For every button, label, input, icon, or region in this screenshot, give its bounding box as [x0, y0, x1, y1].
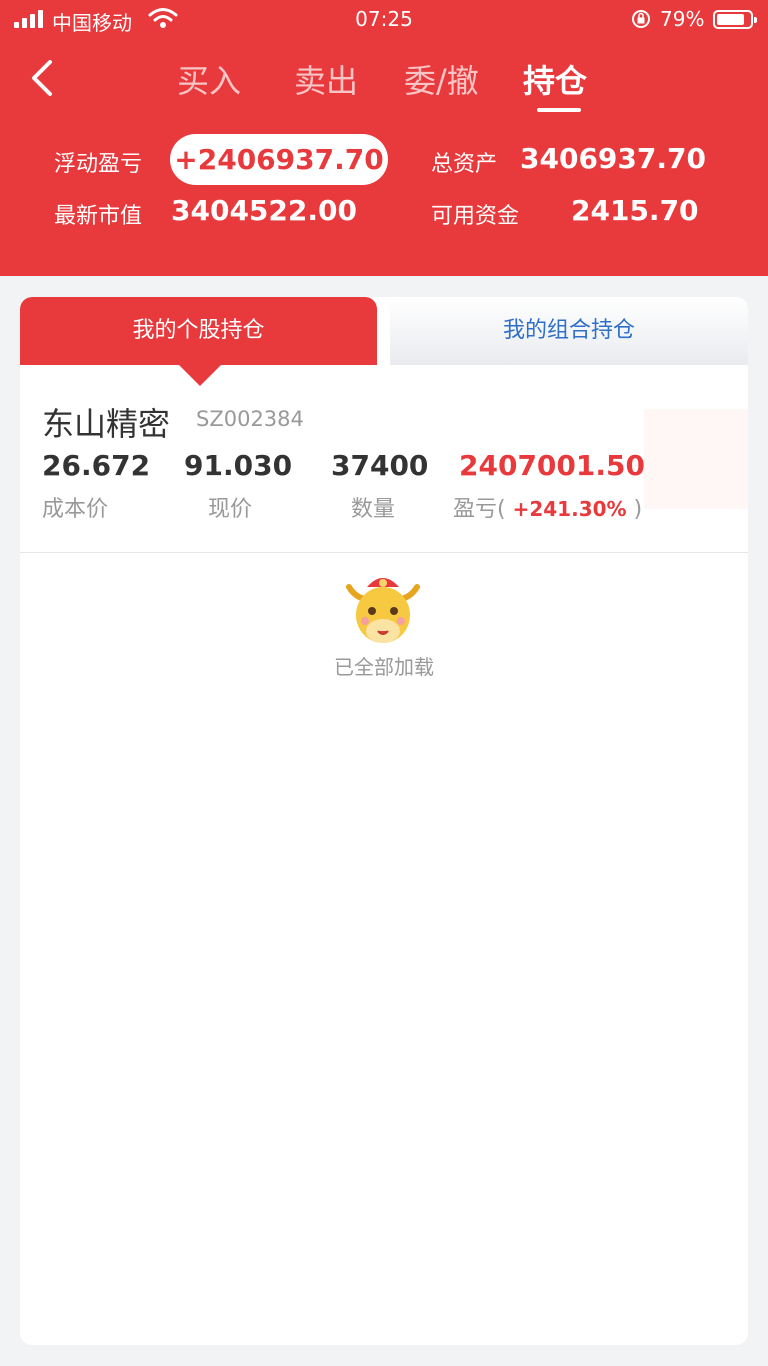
available-funds-value: 2415.70: [571, 194, 699, 227]
status-bar: 中国移动 07:25 79%: [0, 0, 768, 40]
tab-portfolio-holdings[interactable]: 我的组合持仓: [390, 297, 748, 365]
pnl-label: 盈亏( +241.30% ): [453, 491, 642, 523]
total-assets-value: 3406937.70: [520, 142, 706, 175]
pnl-percent: +241.30%: [512, 497, 627, 521]
tab-sell[interactable]: 卖出: [294, 56, 358, 102]
available-funds-label: 可用资金: [431, 204, 520, 229]
ox-mascot-icon: [346, 578, 420, 643]
holding-row[interactable]: 东山精密 SZ002384 26.672 91.030 37400 240700…: [20, 389, 748, 553]
row-swipe-hint: [644, 409, 748, 509]
active-tab-indicator: [537, 108, 581, 112]
tab-buy[interactable]: 买入: [177, 56, 241, 102]
market-value-value: 3404522.00: [171, 194, 357, 227]
header: 中国移动 07:25 79% 买入 卖出 委/撤 持仓 浮动盈亏 +240693…: [0, 0, 768, 276]
floating-pnl-value: +2406937.70: [170, 134, 388, 185]
stock-name: 东山精密: [42, 405, 171, 443]
holdings-card: 我的个股持仓 我的组合持仓 东山精密 SZ002384 26.672 91.03…: [20, 297, 748, 1345]
pnl-value: 2407001.50: [459, 449, 645, 482]
pnl-label-close: ): [633, 497, 643, 522]
segment-pointer: [178, 364, 222, 386]
row-divider: [20, 552, 748, 553]
total-assets-label: 总资产: [431, 152, 498, 177]
pnl-label-text: 盈亏(: [453, 497, 506, 522]
stock-code: SZ002384: [196, 407, 304, 431]
battery-icon: [713, 10, 757, 29]
cost-price-label: 成本价: [42, 497, 109, 522]
current-price-label: 现价: [208, 497, 253, 522]
quantity-value: 37400: [331, 449, 429, 482]
tab-stock-holdings[interactable]: 我的个股持仓: [20, 297, 377, 365]
cost-price-value: 26.672: [42, 449, 151, 482]
orientation-lock-icon: [632, 10, 650, 28]
floating-pnl-label: 浮动盈亏: [54, 152, 143, 177]
tab-holdings[interactable]: 持仓: [523, 56, 587, 102]
current-price-value: 91.030: [184, 449, 293, 482]
all-loaded-text: 已全部加载: [334, 655, 434, 679]
quantity-label: 数量: [351, 497, 396, 522]
battery-percent: 79%: [660, 7, 705, 31]
trade-tabs: 买入 卖出 委/撤 持仓: [0, 56, 768, 116]
clock: 07:25: [355, 7, 413, 31]
tab-orders-cancel[interactable]: 委/撤: [404, 56, 479, 102]
market-value-label: 最新市值: [54, 204, 143, 229]
